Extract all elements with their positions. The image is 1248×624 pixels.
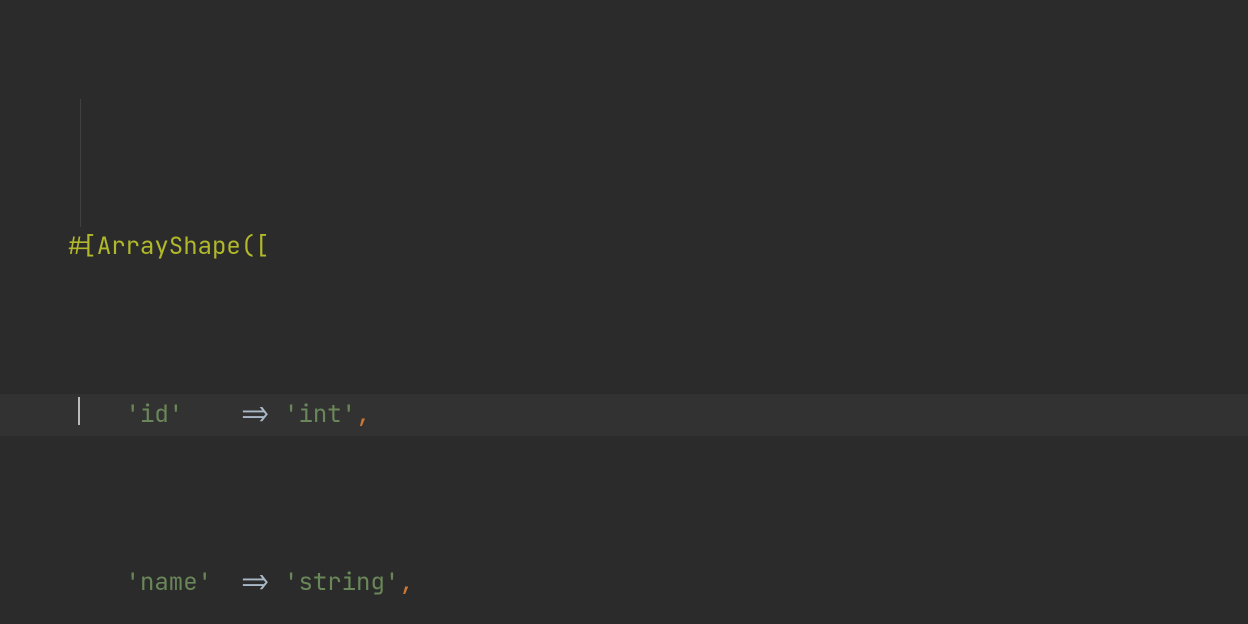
code-editor[interactable]: #[ArrayShape([ 'id' => 'int', 'name' => … xyxy=(0,0,1248,624)
code-line[interactable]: 'name' => 'string', xyxy=(0,562,1248,604)
array-key: 'name' xyxy=(126,567,212,598)
fat-arrow: => xyxy=(241,567,270,598)
attribute-name: ArrayShape xyxy=(97,231,241,262)
paren-open: ([ xyxy=(241,231,270,262)
fat-arrow: => xyxy=(241,399,270,430)
align-pad xyxy=(183,399,226,430)
array-value: 'int' xyxy=(284,399,356,430)
attribute-open: #[ xyxy=(68,231,97,262)
array-key: 'id' xyxy=(126,399,184,430)
text-cursor xyxy=(78,397,80,425)
code-line-current[interactable]: 'id' => 'int', xyxy=(0,394,1248,436)
comma: , xyxy=(356,399,370,430)
comma: , xyxy=(399,567,413,598)
indent-guide xyxy=(80,99,81,227)
align-pad xyxy=(212,567,226,598)
array-value: 'string' xyxy=(284,567,399,598)
code-line[interactable]: #[ArrayShape([ xyxy=(0,226,1248,268)
